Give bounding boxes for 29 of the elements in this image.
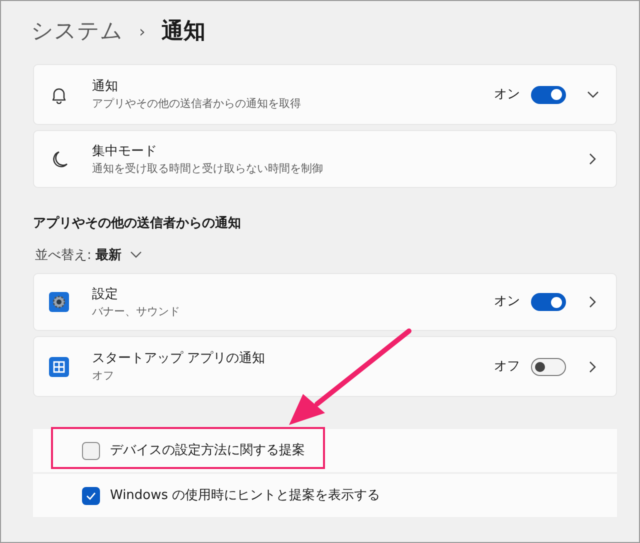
page-title: 通知 (161, 18, 206, 46)
sort-dropdown[interactable]: 並べ替え: 最新 (35, 246, 144, 265)
setting-title: 通知 (92, 78, 119, 96)
section-heading: アプリやその他の送信者からの通知 (33, 214, 242, 233)
setting-title: スタートアップ アプリの通知 (92, 350, 266, 368)
checkbox[interactable] (82, 486, 100, 504)
setting-title: 設定 (92, 286, 119, 304)
setting-card[interactable]: スタートアップ アプリの通知 オフ オフ (33, 336, 617, 397)
toggle-switch[interactable] (531, 358, 566, 376)
setting-description: 通知を受け取る時間と受け取らない時間を制御 (92, 160, 324, 176)
toggle-label: オン (494, 86, 520, 104)
setting-description: バナー、サウンド (92, 304, 181, 318)
setting-title: 集中モード (92, 142, 158, 160)
setting-card[interactable]: 集中モード 通知を受け取る時間と受け取らない時間を制御 (33, 130, 617, 188)
setting-description: アプリやその他の送信者からの通知を取得 (92, 96, 302, 111)
setting-card[interactable]: 設定 バナー、サウンド オン (33, 273, 617, 331)
checkbox-label: Windows の使用時にヒントと提案を表示する (110, 486, 380, 505)
checkbox-label: デバイスの設定方法に関する提案 (110, 442, 305, 460)
window-grid-icon (49, 356, 69, 376)
toggle-label: オン (494, 293, 520, 312)
breadcrumb-parent[interactable]: システム (31, 17, 123, 47)
toggle-switch[interactable] (531, 293, 566, 311)
gear-icon (49, 292, 69, 312)
toggle-label: オフ (494, 358, 520, 376)
toggle-switch[interactable] (531, 86, 566, 104)
breadcrumb-separator: › (139, 21, 146, 43)
setting-card[interactable]: 通知 アプリやその他の送信者からの通知を取得 オン (33, 64, 617, 125)
checkbox[interactable] (82, 442, 100, 460)
setting-description: オフ (92, 368, 115, 383)
